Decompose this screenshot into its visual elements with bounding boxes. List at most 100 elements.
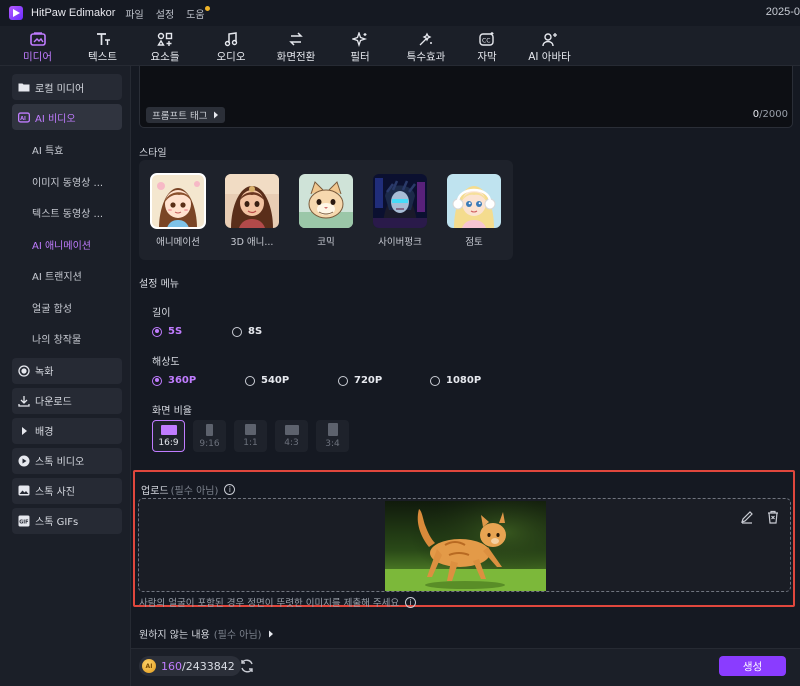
settings-section-title: 설정 메뉴 (139, 279, 179, 290)
sidebar-item-label: 녹화 (35, 367, 54, 378)
trash-icon[interactable] (766, 510, 780, 524)
upload-section: 업로드 (필수 아님) i 사람의 얼굴이 포함된 경우 정면이 뚜렷한 이미지… (133, 470, 795, 609)
tab-subtitle-label: 자막 (477, 51, 497, 63)
sidebar-sub-face-swap[interactable]: 얼굴 합성 (0, 292, 130, 324)
tab-audio-label: 오디오 (216, 51, 246, 63)
bottom-bar: AI 160 /2433842 생성 (131, 648, 800, 686)
tab-filter[interactable]: 필터 (330, 26, 390, 66)
menu-file[interactable]: 파일 (125, 6, 143, 21)
ratio-3-4-icon (327, 423, 338, 436)
style-option-3d-anime[interactable]: 3D 애니... (225, 174, 279, 248)
radio-dot (232, 326, 242, 337)
generate-button[interactable]: 생성 (719, 656, 786, 676)
sidebar-item-background[interactable]: 배경 (12, 417, 122, 444)
gif-icon: GIF (18, 515, 30, 527)
sidebar-item-record[interactable]: 녹화 (12, 357, 122, 384)
comic-cat-thumbnail (299, 174, 353, 228)
resolution-option-540p[interactable]: 540P (245, 375, 289, 386)
menu-help[interactable]: 도움 (186, 5, 211, 21)
prompt-char-count: 0/2000 (752, 109, 788, 120)
credits-total: /2433842 (182, 659, 235, 673)
aspect-option-4-3[interactable]: 4:3 (275, 420, 308, 452)
refresh-icon[interactable] (239, 658, 255, 674)
clay-girl-thumbnail (447, 174, 501, 228)
sidebar-sub-my-creations[interactable]: 나의 창작물 (0, 323, 130, 355)
tab-ai-avatar[interactable]: AI 아바타 (512, 26, 587, 66)
tab-text-label: 텍스트 (88, 51, 117, 63)
style-option-clay[interactable]: 점토 (447, 174, 501, 248)
subtitle-icon: CC (477, 30, 497, 48)
ratio-4-3-icon (284, 424, 299, 435)
sidebar-item-local-media[interactable]: 로컬 미디어 (12, 74, 122, 100)
app-logo-icon (9, 6, 23, 20)
aspect-option-16-9[interactable]: 16:9 (152, 420, 185, 452)
sidebar-item-label: 로컬 미디어 (35, 83, 85, 95)
main-toolbar: 미디어 텍스트 요소들 오디오 화면전환 필터 특수효과 CC 자막 AI 아바… (0, 26, 800, 66)
tab-elements[interactable]: 요소들 (130, 26, 200, 66)
length-option-5s[interactable]: 5S (152, 326, 182, 337)
style-label: 코믹 (317, 237, 335, 248)
svg-text:CC: CC (482, 37, 490, 44)
style-option-cyberpunk[interactable]: 사이버펑크 (373, 174, 427, 248)
resolution-option-720p[interactable]: 720P (338, 375, 382, 386)
elements-icon (155, 30, 175, 48)
filter-icon (350, 30, 370, 48)
caret-right-icon (18, 425, 30, 437)
edit-icon[interactable] (740, 510, 754, 524)
aspect-option-1-1[interactable]: 1:1 (234, 420, 267, 452)
aspect-ratio-label: 화면 비율 (152, 406, 192, 417)
sidebar-item-label: 스톡 사진 (35, 487, 75, 498)
prompt-input[interactable]: 프롬프트 태그 0/2000 (139, 66, 793, 128)
resolution-option-360p[interactable]: 360P (152, 375, 196, 386)
tab-ai-avatar-label: AI 아바타 (528, 51, 571, 63)
sidebar-item-stock-photo[interactable]: 스톡 사진 (12, 477, 122, 504)
sidebar-item-download[interactable]: 다운로드 (12, 387, 122, 414)
sidebar-item-ai-video[interactable]: AI AI 비디오 (12, 104, 122, 130)
anime-girl-thumbnail (150, 173, 206, 229)
upload-title: 업로드 (필수 아님) i (141, 482, 236, 497)
style-option-anime[interactable]: 애니메이션 (150, 173, 206, 248)
style-label: 3D 애니... (230, 237, 274, 248)
resolution-option-1080p[interactable]: 1080P (430, 375, 481, 386)
tab-effects-label: 특수효과 (406, 51, 446, 63)
prompt-tag-button[interactable]: 프롬프트 태그 (146, 107, 226, 123)
play-circle-icon (18, 455, 30, 467)
cyberpunk-thumbnail (373, 174, 427, 228)
settings-panel: 길이 5S 8S 해상도 360P 540P 720P 1080P 화면 비율 … (139, 294, 789, 460)
tab-effects[interactable]: 특수효과 (390, 26, 462, 66)
tab-media[interactable]: 미디어 (0, 26, 75, 66)
info-icon[interactable]: i (224, 484, 236, 495)
sidebar-sub-ai-transition[interactable]: AI 트랜지션 (0, 260, 130, 292)
style-label: 애니메이션 (156, 237, 200, 248)
caret-right-icon (214, 111, 219, 119)
sidebar-sub-image-to-video[interactable]: 이미지 동영상 ... (0, 166, 130, 198)
menu-settings[interactable]: 설정 (156, 6, 174, 21)
tab-filter-label: 필터 (350, 51, 370, 63)
tab-text[interactable]: 텍스트 (75, 26, 130, 66)
aspect-option-9-16[interactable]: 9:16 (193, 420, 226, 452)
tab-audio[interactable]: 오디오 (200, 26, 262, 66)
length-option-8s[interactable]: 8S (232, 326, 262, 337)
tab-subtitle[interactable]: CC 자막 (462, 26, 512, 66)
info-icon[interactable]: i (405, 596, 417, 608)
radio-dot (245, 375, 255, 386)
aspect-option-3-4[interactable]: 3:4 (316, 420, 349, 452)
sidebar-item-stock-gifs[interactable]: GIF 스톡 GIFs (12, 507, 122, 534)
style-option-comic[interactable]: 코믹 (299, 174, 353, 248)
audio-icon (221, 30, 241, 48)
sidebar-sub-text-to-video[interactable]: 텍스트 동영상 ... (0, 197, 130, 229)
radio-dot (152, 375, 162, 386)
main-panel: 프롬프트 태그 0/2000 스타일 애니메이션 3D 애니... 코믹 사이버… (131, 66, 800, 648)
upload-drop-zone[interactable] (138, 498, 791, 592)
sidebar-sub-ai-animation[interactable]: AI 애니메이션 (0, 229, 130, 261)
sidebar-item-stock-video[interactable]: 스톡 비디오 (12, 447, 122, 474)
text-icon (93, 30, 113, 48)
caret-right-icon (268, 630, 273, 637)
effects-icon (416, 30, 436, 48)
download-icon (18, 395, 30, 407)
sidebar: 로컬 미디어 AI AI 비디오 AI 특효 이미지 동영상 ... 텍스트 동… (0, 66, 131, 686)
negative-prompt-toggle[interactable]: 원하지 않는 내용 (필수 아님) (139, 626, 274, 641)
svg-text:GIF: GIF (19, 519, 28, 525)
tab-transition[interactable]: 화면전환 (262, 26, 330, 66)
sidebar-sub-ai-effects[interactable]: AI 특효 (0, 134, 130, 166)
